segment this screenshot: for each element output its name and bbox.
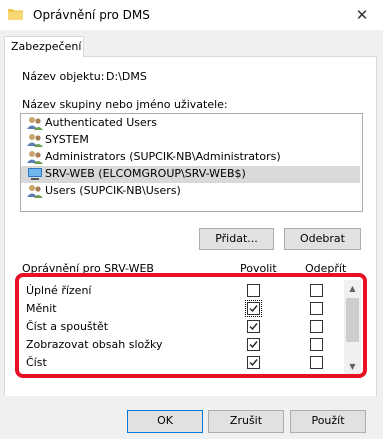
cancel-button[interactable]: Zrušit	[208, 410, 284, 433]
check-icon	[249, 305, 258, 313]
deny-checkbox[interactable]	[310, 302, 323, 315]
deny-checkbox[interactable]	[310, 284, 323, 297]
remove-button[interactable]: Odebrat	[284, 228, 361, 250]
groups-listbox[interactable]: Authenticated Users SYSTEM Administrator…	[20, 113, 363, 212]
deny-checkbox[interactable]	[310, 356, 323, 369]
permission-name: Měnit	[26, 302, 57, 315]
add-button-label: Přidat...	[215, 232, 258, 245]
list-item[interactable]: Administrators (SUPCIK-NB\Administrators…	[21, 149, 360, 166]
check-icon	[249, 359, 258, 367]
allow-checkbox[interactable]	[247, 284, 260, 297]
deny-checkbox[interactable]	[310, 320, 323, 333]
permission-row: Úplné řízení	[20, 282, 345, 300]
users-icon	[27, 185, 43, 198]
list-item[interactable]: Users (SUPCIK-NB\Users)	[21, 183, 360, 200]
permissions-scrollbar[interactable]: ▲ ▼	[344, 280, 361, 374]
allow-checkbox[interactable]	[247, 320, 260, 333]
object-name-label: Název objektu:	[22, 70, 105, 83]
list-item-label: SRV-WEB (ELCOMGROUP\SRV-WEB$)	[45, 167, 246, 180]
users-icon	[27, 151, 43, 164]
add-button[interactable]: Přidat...	[199, 228, 274, 250]
remove-button-label: Odebrat	[300, 232, 345, 245]
deny-checkbox[interactable]	[310, 338, 323, 351]
permission-row: Číst a spouštět	[20, 318, 345, 336]
apply-button-label: Použít	[311, 414, 345, 427]
check-icon	[249, 341, 258, 349]
permissions-list: Úplné řízení Měnit Číst a spouštět Zobra…	[20, 276, 361, 376]
chevron-up-icon[interactable]: ▲	[348, 284, 357, 293]
permission-name: Číst a spouštět	[26, 320, 109, 333]
list-item-label: Administrators (SUPCIK-NB\Administrators…	[45, 150, 281, 163]
object-name-value: D:\DMS	[106, 70, 147, 83]
list-item-selected[interactable]: SRV-WEB (ELCOMGROUP\SRV-WEB$)	[21, 166, 360, 183]
list-item[interactable]: Authenticated Users	[21, 115, 360, 132]
permission-row: Číst	[20, 354, 345, 372]
tab-security[interactable]: Zabezpečení	[4, 36, 84, 57]
tab-label: Zabezpečení	[11, 40, 82, 53]
check-icon	[249, 323, 258, 331]
permission-row: Zobrazovat obsah složky	[20, 336, 345, 354]
permission-name: Zobrazovat obsah složky	[26, 338, 163, 351]
users-icon	[27, 134, 43, 147]
window-title: Oprávnění pro DMS	[33, 8, 150, 22]
ok-button[interactable]: OK	[127, 410, 203, 433]
folder-icon	[8, 8, 23, 20]
scroll-thumb[interactable]	[346, 298, 359, 342]
users-icon	[27, 117, 43, 130]
allow-checkbox[interactable]	[247, 338, 260, 351]
allow-header: Povolit	[240, 262, 277, 275]
list-item[interactable]: SYSTEM	[21, 132, 360, 149]
cancel-button-label: Zrušit	[229, 414, 263, 427]
chevron-down-icon[interactable]: ▼	[348, 362, 357, 371]
list-item-label: Authenticated Users	[45, 116, 158, 129]
apply-button[interactable]: Použít	[290, 410, 366, 433]
list-item-label: Users (SUPCIK-NB\Users)	[45, 184, 181, 197]
ok-button-label: OK	[157, 414, 173, 427]
permission-name: Úplné řízení	[26, 284, 92, 297]
allow-checkbox[interactable]	[245, 300, 262, 317]
permission-name: Číst	[26, 356, 47, 369]
list-item-label: SYSTEM	[45, 133, 89, 146]
computer-icon	[28, 168, 42, 180]
groups-label: Název skupiny nebo jméno uživatele:	[22, 98, 228, 111]
close-icon: ✕	[355, 6, 369, 24]
deny-header: Odepřít	[305, 262, 347, 275]
permissions-header: Oprávnění pro SRV-WEB	[22, 262, 154, 275]
allow-checkbox[interactable]	[247, 356, 260, 369]
close-button[interactable]: ✕	[350, 4, 374, 26]
permission-row: Měnit	[20, 300, 345, 318]
